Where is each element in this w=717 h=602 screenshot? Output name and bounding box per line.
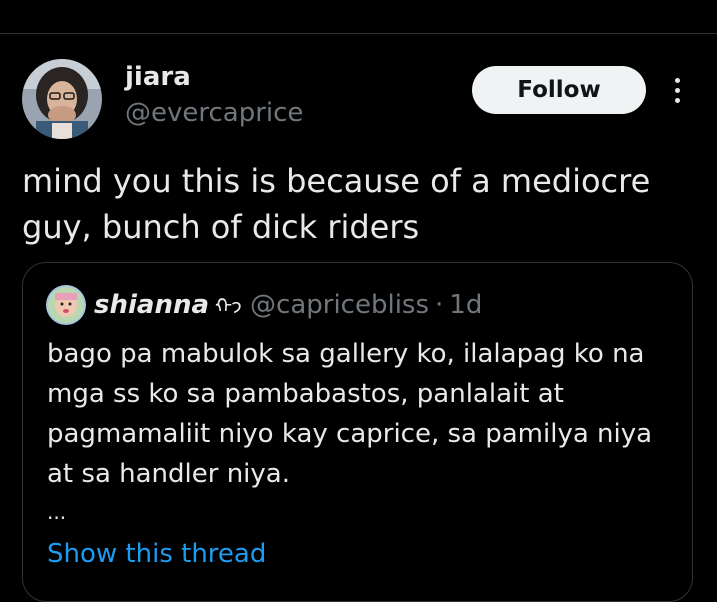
- quote-header-separator: ·: [435, 290, 444, 320]
- quote-ellipsis: ...: [47, 500, 67, 524]
- quote-header: shianna ᡣ𐭩 @capricebliss · 1d: [94, 285, 482, 325]
- quote-text: bago pa mabulok sa gallery ko, ilalapag …: [47, 339, 653, 489]
- quote-author-handle[interactable]: @capricebliss: [250, 290, 429, 320]
- quote-author-avatar: [46, 285, 86, 325]
- quote-author-name[interactable]: shianna: [94, 290, 209, 320]
- quote-avatar-image: [46, 285, 86, 325]
- quote-author-emoji: ᡣ𐭩: [215, 294, 243, 318]
- author-avatar-image: [22, 59, 102, 139]
- top-divider: [0, 33, 717, 34]
- author-avatar[interactable]: [22, 59, 102, 139]
- follow-button[interactable]: Follow: [472, 66, 646, 114]
- show-thread-link[interactable]: Show this thread: [47, 536, 266, 572]
- more-options-button[interactable]: [664, 72, 692, 108]
- tweet-text: mind you this is because of a mediocre g…: [22, 162, 651, 246]
- author-name[interactable]: jiara: [125, 60, 191, 94]
- quote-timestamp[interactable]: 1d: [449, 290, 482, 320]
- author-handle[interactable]: @evercaprice: [125, 96, 303, 130]
